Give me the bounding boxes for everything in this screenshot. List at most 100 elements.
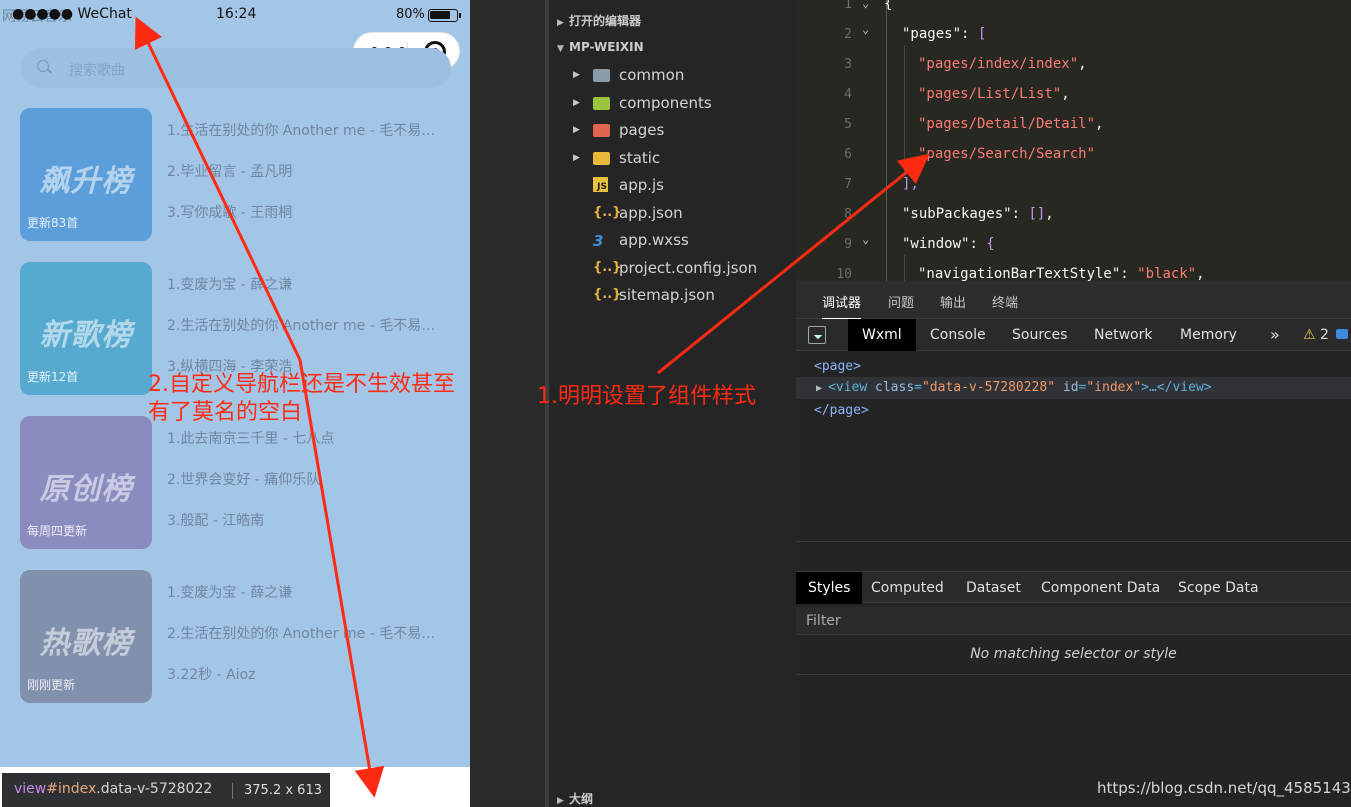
code-line-7: ], bbox=[902, 176, 919, 192]
element-picker-icon[interactable] bbox=[808, 326, 826, 344]
chevron-right-icon: ▶ bbox=[573, 98, 580, 108]
code-editor[interactable]: 1 2 3 4 5 6 7 8 9 10 ⌄ ⌄ ⌄ { "pages": [ … bbox=[796, 0, 1351, 281]
line-number: 1 bbox=[844, 0, 852, 12]
search-bar[interactable]: 搜索歌曲 bbox=[21, 48, 451, 88]
tree-item-label: app.json bbox=[619, 204, 683, 222]
rank-card-original[interactable]: 原创榜 每周四更新 1.此去南京三千里 - 七八点 2.世界会变好 - 痛仰乐队… bbox=[20, 416, 460, 549]
project-section[interactable]: ▼ MP-WEIXIN bbox=[557, 40, 644, 54]
warning-badge[interactable]: ⚠ 2 bbox=[1303, 327, 1329, 343]
indent-guide bbox=[904, 45, 905, 175]
more-tabs-icon[interactable]: » bbox=[1256, 319, 1294, 351]
tab-wxml[interactable]: Wxml bbox=[848, 319, 916, 351]
fold-icon[interactable]: ⌄ bbox=[862, 22, 869, 36]
tab-styles[interactable]: Styles bbox=[796, 572, 863, 604]
battery-icon bbox=[428, 9, 461, 22]
wxml-attr-value: "index" bbox=[1086, 380, 1142, 395]
rank-cover: 热歌榜 刚刚更新 bbox=[20, 570, 152, 703]
tree-item-label: app.js bbox=[619, 176, 664, 194]
tab-scope-data[interactable]: Scope Data bbox=[1166, 572, 1271, 604]
json-key: "window" bbox=[902, 236, 970, 252]
line-number: 7 bbox=[844, 177, 852, 192]
rank-cover-title: 原创榜 bbox=[39, 472, 133, 507]
tree-folder-components[interactable]: ▶ components bbox=[573, 91, 712, 115]
tab-output[interactable]: 输出 bbox=[940, 292, 966, 311]
tab-network[interactable]: Network bbox=[1080, 319, 1166, 351]
tab-sources[interactable]: Sources bbox=[998, 319, 1081, 351]
code-line-10: "navigationBarTextStyle": "black", bbox=[918, 266, 1205, 281]
outline-section[interactable]: ▶ 大纲 bbox=[557, 790, 593, 807]
rank-cover-title: 飙升榜 bbox=[39, 164, 133, 199]
song-item: 3.22秒 - Aioz bbox=[167, 667, 256, 683]
line-number: 10 bbox=[836, 267, 852, 281]
open-editors-section[interactable]: ▶ 打开的编辑器 bbox=[557, 12, 641, 29]
tab-computed[interactable]: Computed bbox=[859, 572, 956, 604]
tab-dataset[interactable]: Dataset bbox=[954, 572, 1033, 604]
tree-folder-common[interactable]: ▶ common bbox=[573, 63, 684, 87]
annotation-2: 2.自定义导航栏还是不生效甚至 有了莫名的空白 bbox=[148, 371, 455, 427]
tab-terminal[interactable]: 终端 bbox=[992, 292, 1018, 311]
rank-card-soaring[interactable]: 飙升榜 更新83首 1.生活在别处的你 Another me - 毛不易… 2.… bbox=[20, 108, 460, 241]
chevron-right-icon: ▶ bbox=[557, 796, 564, 806]
fold-icon[interactable]: ⌄ bbox=[862, 0, 869, 10]
json-file-icon: {..} bbox=[593, 260, 622, 275]
song-item: 1.变废为宝 - 薛之谦 bbox=[167, 585, 293, 601]
tree-file-app-js[interactable]: JS app.js bbox=[573, 173, 664, 197]
annotation-text: 2.自定义导航栏还是不生效甚至 bbox=[148, 372, 455, 397]
tree-folder-pages[interactable]: ▶ pages bbox=[573, 118, 664, 142]
tab-problems[interactable]: 问题 bbox=[888, 292, 914, 311]
chevron-right-icon: ▶ bbox=[557, 18, 564, 28]
rank-cover: 新歌榜 更新12首 bbox=[20, 262, 152, 395]
indent-guide bbox=[886, 0, 887, 281]
json-string: "pages/index/index" bbox=[918, 56, 1079, 72]
song-item: 3.般配 - 江皓南 bbox=[167, 513, 265, 529]
tree-folder-static[interactable]: ▶ static bbox=[573, 146, 660, 170]
carrier-label: ●●●●● WeChat bbox=[12, 6, 132, 22]
tree-item-label: common bbox=[619, 66, 685, 84]
wxml-tag: <view bbox=[828, 380, 868, 395]
search-placeholder: 搜索歌曲 bbox=[69, 63, 125, 79]
tree-item-label: pages bbox=[619, 121, 665, 139]
devtools-panel: 调试器 问题 输出 终端 Wxml Console Sources Networ… bbox=[796, 281, 1351, 807]
line-number: 8 bbox=[844, 207, 852, 222]
js-file-icon: JS bbox=[593, 177, 613, 193]
song-item: 1.生活在别处的你 Another me - 毛不易… bbox=[167, 123, 436, 139]
watermark: https://blog.csdn.net/qq_45851435 bbox=[1097, 779, 1351, 797]
tab-memory[interactable]: Memory bbox=[1166, 319, 1251, 351]
rank-card-hot[interactable]: 热歌榜 刚刚更新 1.变废为宝 - 薛之谦 2.生活在别处的你 Another … bbox=[20, 570, 460, 703]
tab-component-data[interactable]: Component Data bbox=[1029, 572, 1172, 604]
message-icon[interactable] bbox=[1336, 329, 1348, 339]
code-line-8: "subPackages": [], bbox=[902, 206, 1054, 222]
line-number: 5 bbox=[844, 117, 852, 132]
song-item: 2.生活在别处的你 Another me - 毛不易… bbox=[167, 626, 436, 642]
song-item: 2.生活在别处的你 Another me - 毛不易… bbox=[167, 318, 436, 334]
wxml-node-view[interactable]: ▶ <view class="data-v-57280228" id="inde… bbox=[796, 377, 1351, 399]
annotation-text: 有了莫名的空白 bbox=[148, 400, 303, 425]
wxml-node-page[interactable]: <page> bbox=[814, 359, 861, 374]
tree-file-app-json[interactable]: {..} app.json bbox=[573, 201, 683, 225]
wxml-attr-value: "data-v-57280228" bbox=[921, 380, 1056, 395]
styles-filter-input[interactable]: Filter bbox=[796, 607, 1351, 635]
rank-cover: 飙升榜 更新83首 bbox=[20, 108, 152, 241]
expand-icon[interactable]: ▶ bbox=[816, 383, 828, 394]
tree-file-app-wxss[interactable]: 3 app.wxss bbox=[573, 228, 689, 252]
line-number: 4 bbox=[844, 87, 852, 102]
tree-file-project-config[interactable]: {..} project.config.json bbox=[573, 256, 757, 280]
json-file-icon: {..} bbox=[593, 205, 622, 220]
pane-divider[interactable] bbox=[796, 541, 1351, 542]
panel-tabs: 调试器 问题 输出 终端 bbox=[796, 281, 1351, 320]
code-line-3: "pages/index/index", bbox=[918, 56, 1087, 72]
tree-item-label: static bbox=[619, 149, 661, 167]
rank-update-label: 每周四更新 bbox=[27, 524, 88, 538]
tree-file-sitemap[interactable]: {..} sitemap.json bbox=[573, 283, 715, 307]
rank-update-label: 更新12首 bbox=[27, 370, 79, 384]
no-match-message: No matching selector or style bbox=[970, 646, 1177, 662]
fold-icon[interactable]: ⌄ bbox=[862, 232, 869, 246]
styles-tabs: Styles Computed Dataset Component Data S… bbox=[796, 571, 1351, 604]
json-string: "pages/Detail/Detail" bbox=[918, 116, 1096, 132]
line-gutter: 1 2 3 4 5 6 7 8 9 10 ⌄ ⌄ ⌄ bbox=[796, 0, 884, 281]
song-item: 3.写你成歌 - 王雨桐 bbox=[167, 205, 293, 221]
rank-cover-title: 热歌榜 bbox=[39, 626, 133, 661]
status-bar: 网易云音乐 ●●●●● WeChat 16:24 80% bbox=[0, 0, 470, 30]
tab-console[interactable]: Console bbox=[916, 319, 1000, 351]
tab-debugger[interactable]: 调试器 bbox=[822, 292, 862, 320]
